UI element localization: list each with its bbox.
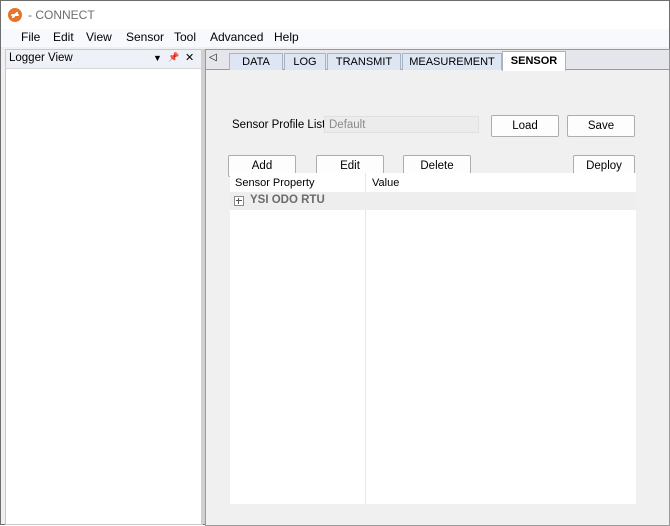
column-value[interactable]: Value — [372, 177, 399, 189]
sensor-content: Sensor Profile List Default Load Save Ad… — [210, 71, 663, 522]
grid-group-row[interactable]: YSI ODO RTU — [230, 192, 636, 210]
menu-file[interactable]: File — [19, 30, 42, 44]
group-label: YSI ODO RTU — [250, 194, 325, 206]
app-logo-icon — [8, 8, 22, 22]
tab-data[interactable]: DATA — [229, 53, 283, 70]
grid-header: Sensor Property Value — [230, 173, 636, 193]
grid-column-divider[interactable] — [365, 173, 366, 504]
expand-plus-icon[interactable] — [234, 196, 244, 206]
menu-tool[interactable]: Tool — [172, 30, 198, 44]
logger-view-header: Logger View ▼ 📌 ✕ — [6, 50, 202, 69]
menu-bar: File Edit View Sensor Tool Advanced Help — [1, 29, 669, 47]
sensor-profile-label: Sensor Profile List — [232, 119, 326, 131]
menu-view[interactable]: View — [84, 30, 114, 44]
menu-help[interactable]: Help — [272, 30, 301, 44]
tab-scroll-left-icon[interactable]: ◁ — [209, 52, 217, 63]
window-title: - CONNECT — [28, 8, 95, 22]
tab-transmit[interactable]: TRANSMIT — [327, 53, 401, 70]
logger-view-title: Logger View — [9, 52, 73, 64]
sensor-profile-field[interactable]: Default — [324, 116, 479, 133]
tab-bar: ◁ DATA LOG TRANSMIT MEASUREMENT SENSOR — [206, 50, 669, 71]
menu-edit[interactable]: Edit — [51, 30, 76, 44]
logger-view-pane: Logger View ▼ 📌 ✕ — [5, 49, 203, 525]
sensor-pane: ◁ DATA LOG TRANSMIT MEASUREMENT SENSOR S… — [205, 49, 670, 526]
pane-dropdown-icon[interactable]: ▼ — [153, 53, 162, 63]
tab-measurement[interactable]: MEASUREMENT — [402, 53, 502, 70]
pin-icon[interactable]: 📌 — [168, 52, 179, 63]
tab-log[interactable]: LOG — [284, 53, 326, 70]
title-bar: - CONNECT — [1, 1, 669, 29]
menu-advanced[interactable]: Advanced — [208, 30, 265, 44]
sensor-property-grid[interactable]: Sensor Property Value YSI ODO RTU — [230, 173, 636, 504]
close-icon[interactable]: ✕ — [185, 51, 194, 64]
app-window: - CONNECT File Edit View Sensor Tool Adv… — [0, 0, 670, 526]
menu-sensor[interactable]: Sensor — [124, 30, 166, 44]
save-button[interactable]: Save — [567, 115, 635, 137]
load-button[interactable]: Load — [491, 115, 559, 137]
tab-sensor[interactable]: SENSOR — [502, 51, 566, 71]
column-sensor-property[interactable]: Sensor Property — [235, 177, 314, 189]
